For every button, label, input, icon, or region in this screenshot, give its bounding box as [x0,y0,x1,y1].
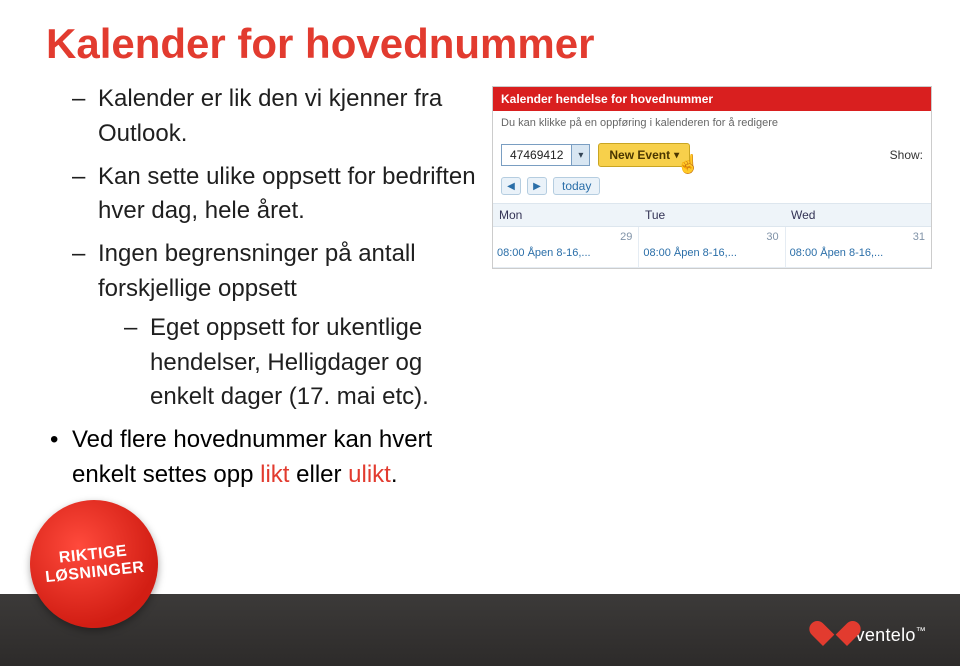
dot-bullet-item: Ved flere hovednummer kan hvert enkelt s… [46,423,492,493]
trademark-icon: ™ [916,626,926,637]
bullet-text: Ingen begrensninger på antall forskjelli… [98,240,416,302]
word-eller: eller [289,461,348,488]
calendar-event[interactable]: 08:00 Åpen 8-16,... [790,247,927,261]
day-number: 30 [643,229,780,247]
chevron-down-icon: ▾ [571,145,589,165]
day-number: 29 [497,229,634,247]
prev-button[interactable]: ◀ [501,177,521,195]
hand-cursor-icon [677,154,695,176]
day-header-wed: Wed [785,204,931,226]
word-likt: likt [260,461,289,488]
today-button[interactable]: today [553,177,600,195]
bullet-list: Kalender er lik den vi kjenner fra Outlo… [72,82,492,415]
word-ulikt: ulikt [348,461,391,488]
bullet-item: Kan sette ulike oppsett for bedriften hv… [72,160,492,230]
sub-bullet-list: Eget oppsett for ukentlige hendelser, He… [124,311,492,415]
calendar-subtitle: Du kan klikke på en oppføring i kalender… [493,111,931,139]
calendar-cell[interactable]: 31 08:00 Åpen 8-16,... [786,227,931,268]
calendar-row: 29 08:00 Åpen 8-16,... 30 08:00 Åpen 8-1… [493,227,931,268]
day-number: 31 [790,229,927,247]
calendar-event[interactable]: 08:00 Åpen 8-16,... [497,247,634,261]
next-button[interactable]: ▶ [527,177,547,195]
number-select[interactable]: 47469412 ▾ [501,144,590,166]
calendar-cell[interactable]: 29 08:00 Åpen 8-16,... [493,227,639,268]
brand-name: ventelo [856,625,916,645]
number-select-value: 47469412 [502,148,571,162]
calendar-event[interactable]: 08:00 Åpen 8-16,... [643,247,780,261]
bullet-item: Kalender er lik den vi kjenner fra Outlo… [72,82,492,152]
calendar-cell[interactable]: 30 08:00 Åpen 8-16,... [639,227,785,268]
calendar-header: Kalender hendelse for hovednummer [493,87,931,111]
sub-bullet-item: Eget oppsett for ukentlige hendelser, He… [124,311,492,415]
show-label: Show: [890,148,923,162]
page-title: Kalender for hovednummer [0,0,960,82]
heart-icon [820,620,850,650]
day-header-tue: Tue [639,204,785,226]
bullet-item: Ingen begrensninger på antall forskjelli… [72,237,492,415]
new-event-button[interactable]: New Event ▾ [598,143,690,167]
text-column: Kalender er lik den vi kjenner fra Outlo… [72,82,492,493]
new-event-label: New Event [609,148,670,162]
dot-bullet-list: Ved flere hovednummer kan hvert enkelt s… [46,423,492,493]
period: . [391,461,398,488]
calendar-screenshot: Kalender hendelse for hovednummer Du kan… [492,86,932,269]
calendar-day-header: Mon Tue Wed [493,203,931,227]
day-header-mon: Mon [493,204,639,226]
brand-logo: ventelo™ [820,620,926,650]
